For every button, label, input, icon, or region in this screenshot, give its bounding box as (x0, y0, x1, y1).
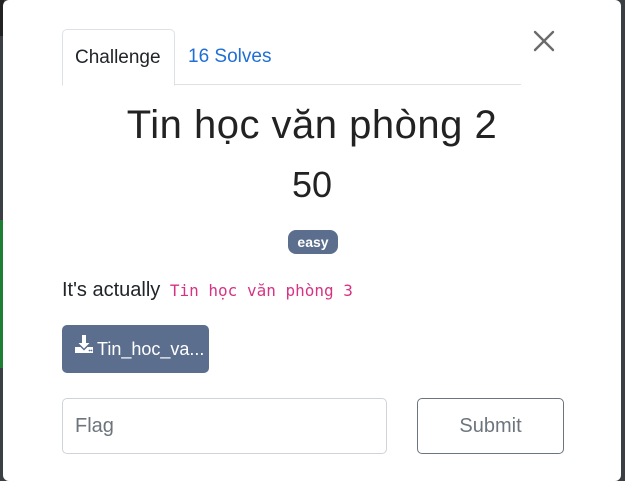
file-download-button[interactable]: Tin_hoc_va... (62, 325, 209, 373)
download-icon (74, 325, 94, 372)
challenge-title: Tin học văn phòng 2 (126, 103, 498, 147)
close-icon (533, 30, 555, 52)
challenge-description: It's actually Tin học văn phòng 3 (62, 279, 353, 302)
description-text: It's actually (62, 279, 161, 301)
flag-input[interactable] (62, 398, 387, 454)
submit-button[interactable]: Submit (417, 398, 564, 454)
file-name-label: Tin_hoc_va... (97, 339, 205, 359)
difficulty-badge: easy (288, 230, 338, 254)
challenge-modal: Challenge 16 Solves Tin học văn phòng 2 … (3, 0, 621, 481)
tab-challenge[interactable]: Challenge (62, 29, 175, 86)
tab-bar: Challenge 16 Solves (62, 29, 521, 86)
tab-solves[interactable]: 16 Solves (176, 29, 283, 85)
close-button[interactable] (529, 26, 559, 56)
challenge-points: 50 (291, 164, 333, 205)
description-code: Tin học văn phòng 3 (169, 281, 353, 300)
